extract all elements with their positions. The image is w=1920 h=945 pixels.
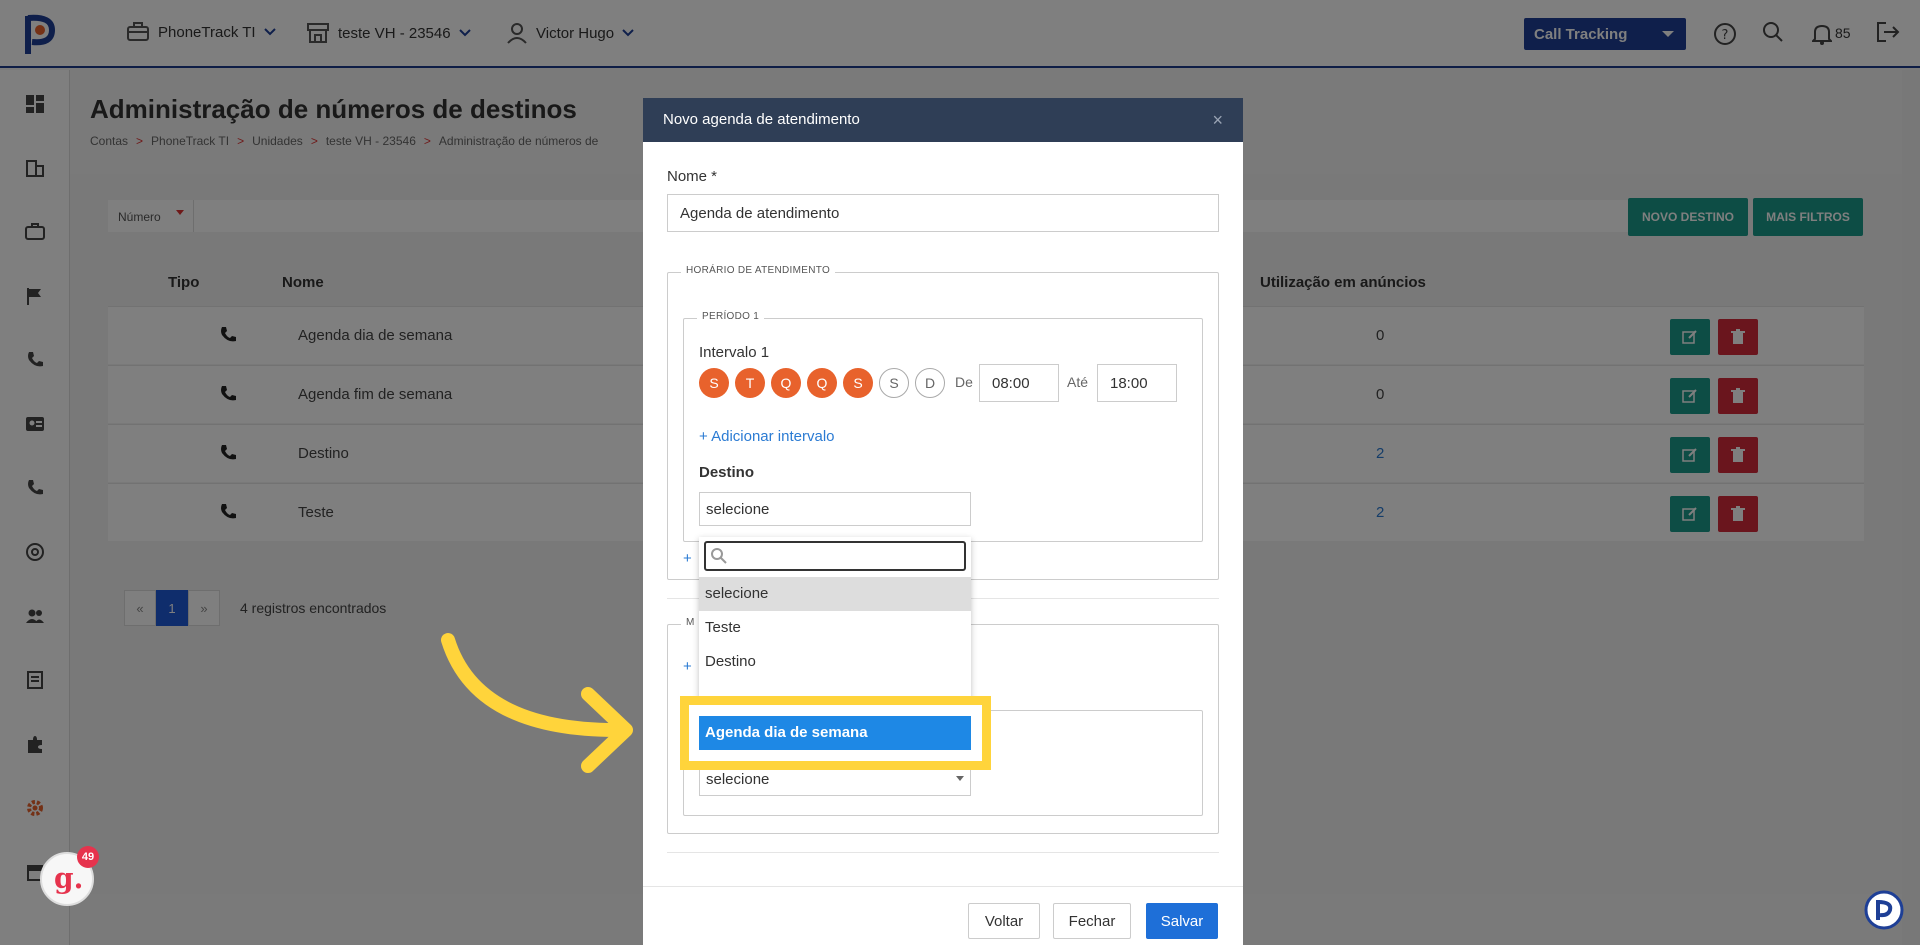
day-toggle-thursday[interactable]: Q [807,368,837,398]
add-period-link[interactable]: + [683,658,692,675]
from-time-input[interactable]: 08:00 [979,364,1059,402]
service-hours-legend: HORÁRIO DE ATENDIMENTO [681,265,836,276]
dropdown-option-highlighted[interactable]: Agenda dia de semana [699,716,971,750]
day-toggle-saturday[interactable]: S [879,368,909,398]
day-toggle-wednesday[interactable]: Q [771,368,801,398]
day-toggle-friday[interactable]: S [843,368,873,398]
to-label: Até [1067,374,1089,390]
destination-select[interactable]: selecione [699,492,971,526]
to-time-input[interactable]: 18:00 [1097,364,1177,402]
day-toggle-tuesday[interactable]: T [735,368,765,398]
tutorial-arrow [441,633,633,773]
interval-label: Intervalo 1 [699,344,770,361]
search-icon [711,548,727,564]
dropdown-search-input[interactable] [704,541,966,571]
from-label: De [955,374,973,390]
name-input[interactable]: Agenda de atendimento [667,194,1219,232]
day-toggle-monday[interactable]: S [699,368,729,398]
save-button[interactable]: Salvar [1146,903,1218,939]
second-fieldset-legend: M [681,617,700,628]
divider [667,852,1219,853]
modal-header: Novo agenda de atendimento × [643,98,1243,142]
period-legend: PERÍODO 1 [697,311,765,322]
back-button[interactable]: Voltar [968,903,1040,939]
close-button[interactable]: Fechar [1053,903,1131,939]
caret-down-icon [956,776,964,781]
add-period-link[interactable]: + [683,550,692,567]
destination-dropdown: selecione Teste Destino [699,537,971,709]
name-label: Nome * [667,168,718,185]
add-interval-link[interactable]: + Adicionar intervalo [699,428,835,445]
chat-widget-icon[interactable] [1864,890,1904,930]
close-icon[interactable]: × [1212,110,1223,131]
guide-widget-letter: g. [54,862,84,895]
dropdown-option[interactable]: Destino [699,645,971,679]
guide-widget-count: 49 [77,846,99,868]
new-schedule-modal: Novo agenda de atendimento × Nome * Agen… [643,98,1243,945]
modal-footer-divider [643,886,1243,887]
day-toggle-sunday[interactable]: D [915,368,945,398]
dropdown-option[interactable]: Teste [699,611,971,645]
modal-title: Novo agenda de atendimento [663,111,860,128]
destination-label: Destino [699,464,755,481]
dropdown-option[interactable]: selecione [699,577,971,611]
